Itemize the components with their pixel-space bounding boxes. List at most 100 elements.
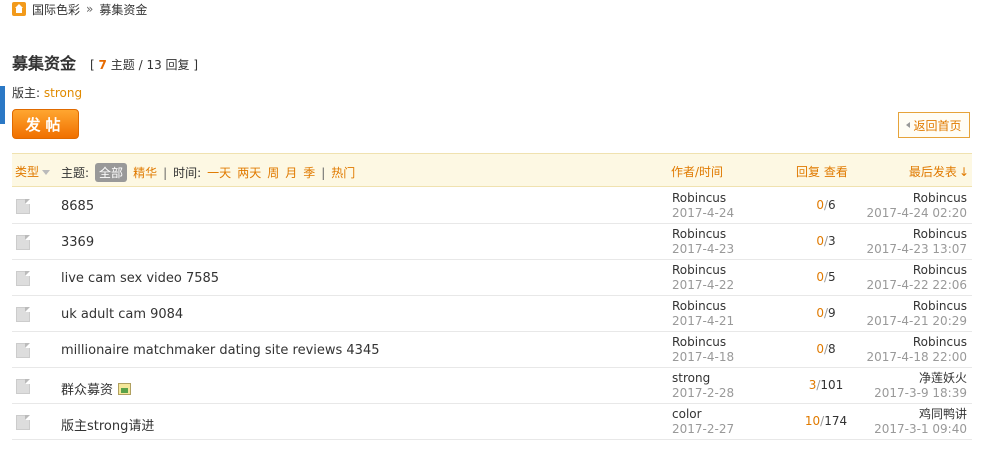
thread-reply-count[interactable]: 0	[816, 234, 824, 248]
thread-row: 3369 Robincus 2017-4-23 0/3 Robincus 2017-4-2…	[12, 224, 972, 260]
thread-view-count: 6	[828, 198, 836, 212]
thread-author-cell: Robincus 2017-4-18	[672, 335, 734, 365]
new-post-button[interactable]: 发帖	[12, 109, 79, 139]
filter-week[interactable]: 周	[267, 164, 279, 181]
thread-author-link[interactable]: Robincus	[672, 191, 734, 206]
last-post-user-link[interactable]: Robincus	[867, 299, 967, 314]
forum-stats: [ 7 主题 / 13 回复 ]	[90, 56, 198, 73]
filter-quarter[interactable]: 季	[303, 164, 315, 181]
thread-author-link[interactable]: Robincus	[672, 227, 734, 242]
time-filter-label: 时间:	[173, 166, 202, 180]
filter-month[interactable]: 月	[285, 164, 297, 181]
thread-reply-count[interactable]: 10	[805, 414, 820, 428]
thread-title-wrap: 3369	[61, 235, 94, 250]
thread-view-count: 174	[824, 414, 848, 428]
thread-row: 群众募资 strong 2017-2-28 3/101 净莲妖火 2017-3-9 18:…	[12, 368, 972, 404]
last-post-user-link[interactable]: 鸡同鸭讲	[874, 407, 967, 422]
back-arrow-icon	[906, 122, 911, 128]
thread-title-link[interactable]: live cam sex video 7585	[61, 271, 219, 286]
thread-title-wrap: 群众募资	[61, 379, 132, 398]
last-post-time-link[interactable]: 2017-3-9 18:39	[874, 386, 967, 401]
thread-title-link[interactable]: 版主strong请进	[61, 415, 154, 434]
thread-view-count: 8	[828, 342, 836, 356]
thread-row: 版主strong请进 color 2017-2-27 10/174 鸡同鸭讲 2017-3…	[12, 404, 972, 440]
thread-author-link[interactable]: Robincus	[672, 263, 734, 278]
thread-post-date: 2017-4-21	[672, 314, 735, 328]
last-post-time-link[interactable]: 2017-3-1 09:40	[874, 422, 967, 437]
thread-reply-count[interactable]: 0	[816, 342, 824, 356]
thread-counts: 10/174	[798, 414, 854, 428]
last-post-user-link[interactable]: Robincus	[867, 335, 967, 350]
last-post-user-link[interactable]: Robincus	[867, 263, 967, 278]
thread-author-link[interactable]: strong	[672, 371, 734, 386]
back-home-button[interactable]: 返回首页	[898, 112, 970, 138]
filter-digest[interactable]: 精华	[133, 164, 157, 181]
reply-count: 13	[146, 58, 162, 72]
thread-reply-count[interactable]: 0	[816, 306, 824, 320]
filter-hot[interactable]: 热门	[331, 164, 355, 181]
topic-count: 7	[98, 58, 107, 72]
thread-last-post-cell: 鸡同鸭讲 2017-3-1 09:40	[874, 407, 967, 437]
thread-title-link[interactable]: 8685	[61, 199, 94, 214]
sort-last-post[interactable]: 最后发表 ↓	[909, 163, 969, 180]
moderator-label: 版主:	[12, 86, 41, 100]
thread-last-post-cell: Robincus 2017-4-24 02:20	[867, 191, 968, 221]
last-post-time-link[interactable]: 2017-4-24 02:20	[867, 206, 968, 221]
thread-title-link[interactable]: millionaire matchmaker dating site revie…	[61, 343, 380, 358]
thread-author-link[interactable]: Robincus	[672, 299, 734, 314]
thread-file-icon[interactable]	[16, 343, 30, 358]
thread-author-cell: Robincus 2017-4-23	[672, 227, 734, 257]
thread-reply-count[interactable]: 0	[816, 270, 824, 284]
filter-one-day[interactable]: 一天	[207, 164, 231, 181]
thread-file-icon[interactable]	[16, 307, 30, 322]
thread-counts: 0/9	[798, 306, 854, 320]
thread-title-wrap: uk adult cam 9084	[61, 307, 183, 322]
breadcrumb-separator: »	[86, 2, 94, 16]
forum-name: 募集资金	[12, 54, 77, 73]
side-tab[interactable]	[0, 86, 5, 124]
last-post-time-link[interactable]: 2017-4-23 13:07	[867, 242, 968, 257]
type-filter[interactable]: 类型	[15, 163, 51, 180]
thread-counts: 0/6	[798, 198, 854, 212]
thread-title-link[interactable]: 群众募资	[61, 379, 113, 398]
sort-author-time[interactable]: 作者/时间	[671, 163, 723, 180]
filter-divider: |	[163, 165, 168, 180]
thread-row: live cam sex video 7585 Robincus 2017-4-22…	[12, 260, 972, 296]
stats-close-bracket: ]	[193, 58, 199, 72]
last-post-time-link[interactable]: 2017-4-18 22:00	[867, 350, 968, 365]
thread-post-date: 2017-4-22	[672, 278, 735, 292]
thread-author-link[interactable]: Robincus	[672, 335, 734, 350]
thread-file-icon[interactable]	[16, 379, 30, 394]
thread-file-icon[interactable]	[16, 415, 30, 430]
sort-replies[interactable]: 回复	[796, 165, 820, 179]
thread-post-date: 2017-4-24	[672, 206, 735, 220]
thread-title-wrap: 版主strong请进	[61, 415, 154, 434]
thread-title-wrap: live cam sex video 7585	[61, 271, 219, 286]
breadcrumb-home-link[interactable]: 国际色彩	[32, 1, 80, 18]
filter-two-days[interactable]: 两天	[237, 164, 261, 181]
topic-filter-bar: 主题: 全部 精华 | 时间: 一天 两天 周 月 季 | 热门	[61, 163, 355, 182]
thread-last-post-cell: Robincus 2017-4-22 22:06	[867, 263, 968, 293]
thread-title-link[interactable]: uk adult cam 9084	[61, 307, 183, 322]
thread-row: 8685 Robincus 2017-4-24 0/6 Robincus 2017-4-2…	[12, 188, 972, 224]
thread-file-icon[interactable]	[16, 271, 30, 286]
thread-table-header: 类型 主题: 全部 精华 | 时间: 一天 两天 周 月 季 | 热门 作者/时…	[12, 153, 972, 187]
thread-title-link[interactable]: 3369	[61, 235, 94, 250]
filter-all[interactable]: 全部	[95, 163, 128, 182]
back-home-label: 返回首页	[913, 118, 962, 133]
thread-post-date: 2017-4-18	[672, 350, 735, 364]
last-post-label: 最后发表	[908, 165, 957, 179]
moderator-link[interactable]: strong	[44, 86, 82, 100]
sort-views[interactable]: 查看	[824, 165, 848, 179]
last-post-user-link[interactable]: Robincus	[867, 227, 967, 242]
breadcrumb-current-link[interactable]: 募集资金	[99, 1, 147, 18]
last-post-time-link[interactable]: 2017-4-22 22:06	[867, 278, 968, 293]
thread-author-link[interactable]: color	[672, 407, 734, 422]
thread-file-icon[interactable]	[16, 235, 30, 250]
thread-file-icon[interactable]	[16, 199, 30, 214]
home-icon[interactable]	[12, 2, 26, 16]
last-post-user-link[interactable]: 净莲妖火	[874, 371, 967, 386]
thread-reply-count[interactable]: 0	[816, 198, 824, 212]
last-post-user-link[interactable]: Robincus	[867, 191, 967, 206]
last-post-time-link[interactable]: 2017-4-21 20:29	[867, 314, 968, 329]
